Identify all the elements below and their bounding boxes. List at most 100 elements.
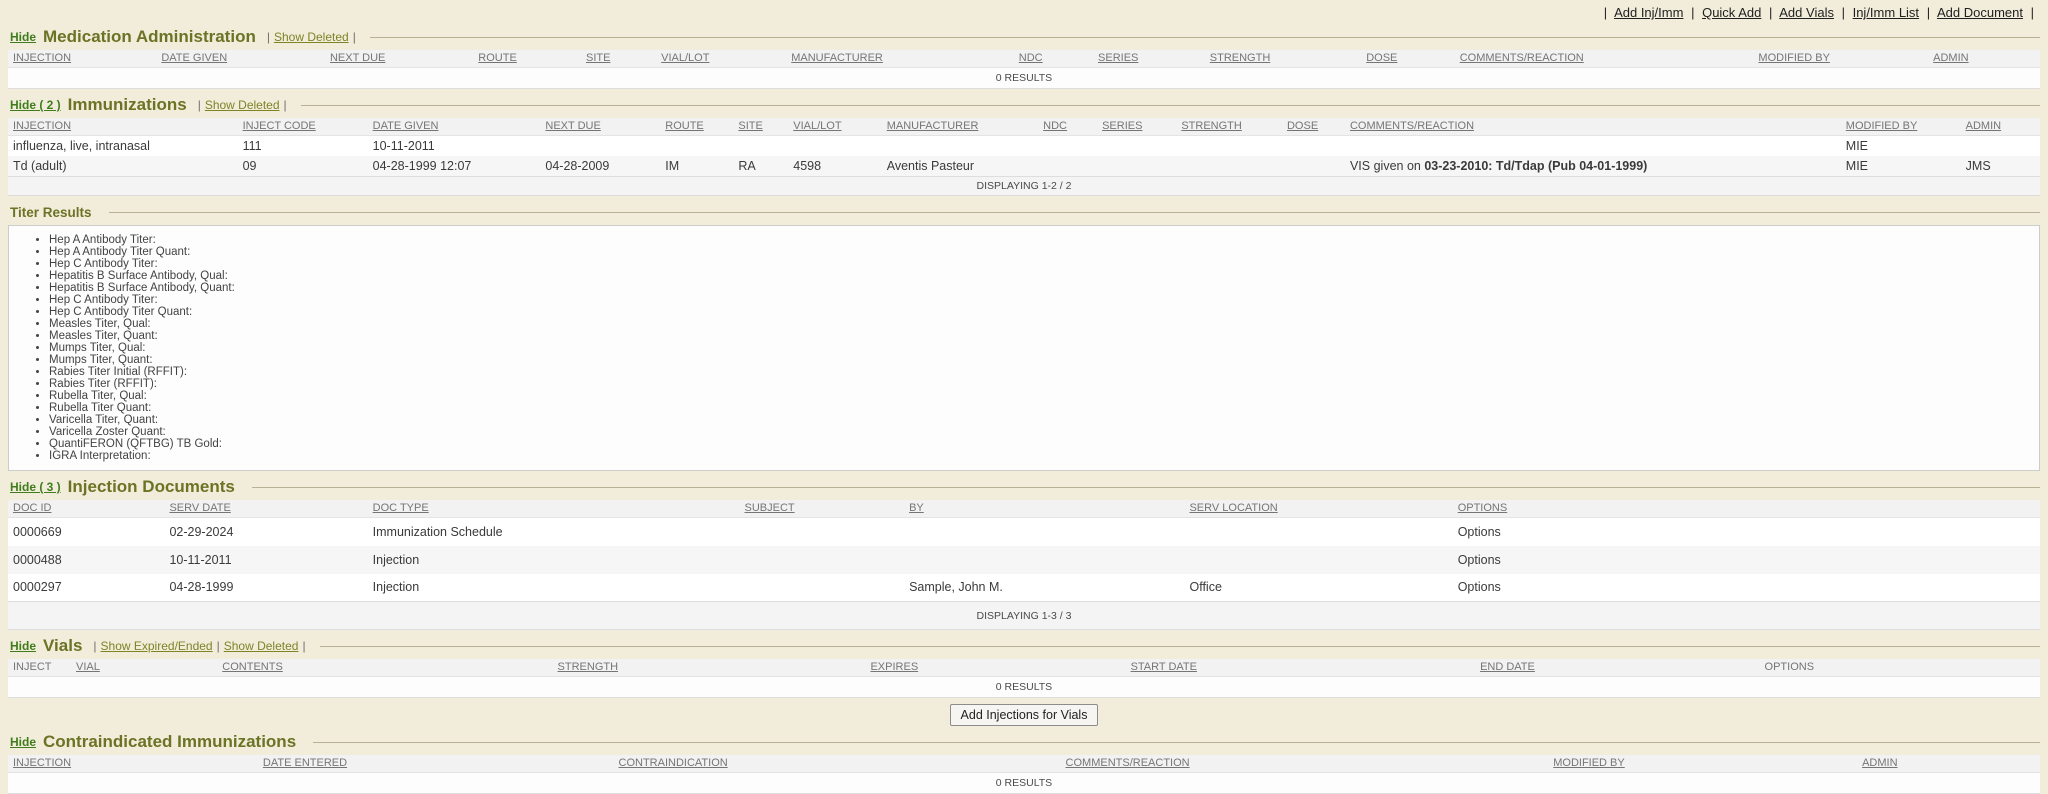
col-manufacturer[interactable]: MANUFACTURER [786,50,1014,68]
col-by[interactable]: BY [904,500,1184,518]
separator: | [1927,5,1930,20]
col-comments-reaction[interactable]: COMMENTS/REACTION [1345,118,1841,136]
col-injection[interactable]: INJECTION [8,118,238,136]
col-date-entered[interactable]: DATE ENTERED [258,755,614,773]
col-serv-location[interactable]: SERV LOCATION [1184,500,1452,518]
table-header-row: INJECTION DATE ENTERED CONTRAINDICATION … [8,755,2040,773]
quick-add-link[interactable]: Quick Add [1702,5,1761,20]
titer-item: Hepatitis B Surface Antibody, Quant: [49,282,2029,294]
col-vial-lot[interactable]: VIAL/LOT [788,118,881,136]
add-injections-for-vials-button[interactable]: Add Injections for Vials [950,704,1099,726]
cell-dose [1282,136,1345,157]
options-menu[interactable]: Options [1458,525,1501,539]
col-contraindication[interactable]: CONTRAINDICATION [614,755,1061,773]
col-strength[interactable]: STRENGTH [1176,118,1282,136]
col-serv-date[interactable]: SERV DATE [164,500,367,518]
document-row: 0000669 02-29-2024 Immunization Schedule… [8,518,2040,546]
titer-results-title: Titer Results [10,205,92,220]
hide-contraindicated-link[interactable]: Hide [10,735,36,749]
inj-imm-list-link[interactable]: Inj/Imm List [1853,5,1919,20]
col-comments-reaction[interactable]: COMMENTS/REACTION [1455,50,1754,68]
contraindicated-immunizations-title: Contraindicated Immunizations [43,732,296,752]
col-series[interactable]: SERIES [1097,118,1176,136]
cell-next-due: 04-28-2009 [540,156,660,177]
cell-manufacturer [882,136,1038,157]
hide-vials-link[interactable]: Hide [10,639,36,653]
col-modified-by[interactable]: MODIFIED BY [1753,50,1928,68]
cell-comments [1345,136,1841,157]
titer-item: Varicella Titer, Quant: [49,414,2029,426]
cell-vial-lot [788,136,881,157]
vials-table: INJECT VIAL CONTENTS STRENGTH EXPIRES ST… [8,659,2040,698]
show-expired-ended-link[interactable]: Show Expired/Ended [101,639,213,653]
col-inject-code[interactable]: INJECT CODE [238,118,368,136]
col-next-due[interactable]: NEXT DUE [540,118,660,136]
immunizations-table: INJECTION INJECT CODE DATE GIVEN NEXT DU… [8,118,2040,196]
col-strength[interactable]: STRENGTH [1205,50,1361,68]
show-deleted-link[interactable]: Show Deleted [224,639,299,653]
col-admin[interactable]: ADMIN [1961,118,2040,136]
add-inj-imm-link[interactable]: Add Inj/Imm [1614,5,1683,20]
cell-serv-date: 04-28-1999 [164,574,367,602]
col-site[interactable]: SITE [581,50,656,68]
cell-doc-id: 0000297 [8,574,164,602]
titer-item: Hep A Antibody Titer Quant: [49,246,2029,258]
show-deleted-link[interactable]: Show Deleted [274,30,349,44]
empty-results-row: 0 RESULTS [8,677,2040,698]
injection-documents-section: Hide ( 3 ) Injection Documents DOC ID SE… [8,477,2040,630]
col-dose[interactable]: DOSE [1361,50,1454,68]
col-dose[interactable]: DOSE [1282,118,1345,136]
col-manufacturer[interactable]: MANUFACTURER [882,118,1038,136]
options-menu[interactable]: Options [1458,553,1501,567]
cell-admin [1961,136,2040,157]
col-ndc[interactable]: NDC [1038,118,1097,136]
col-doc-type[interactable]: DOC TYPE [368,500,740,518]
titer-item: Hep A Antibody Titer: [49,234,2029,246]
col-site[interactable]: SITE [733,118,788,136]
col-injection[interactable]: INJECTION [8,50,156,68]
separator: | [302,639,305,653]
options-menu[interactable]: Options [1458,580,1501,594]
hide-immunizations-link[interactable]: Hide ( 2 ) [10,98,61,112]
col-strength[interactable]: STRENGTH [553,659,866,677]
empty-results-row: 0 RESULTS [8,68,2040,89]
show-deleted-link[interactable]: Show Deleted [205,98,280,112]
col-end-date[interactable]: END DATE [1475,659,1759,677]
col-modified-by[interactable]: MODIFIED BY [1841,118,1961,136]
medication-administration-header: Hide Medication Administration | Show De… [10,27,2040,47]
col-next-due[interactable]: NEXT DUE [325,50,473,68]
cell-comments: VIS given on 03-23-2010: Td/Tdap (Pub 04… [1345,156,1841,177]
col-options[interactable]: OPTIONS [1453,500,2040,518]
col-contents[interactable]: CONTENTS [217,659,552,677]
col-admin[interactable]: ADMIN [1928,50,2040,68]
titer-item: IGRA Interpretation: [49,450,2029,462]
col-comments-reaction[interactable]: COMMENTS/REACTION [1061,755,1549,773]
col-modified-by[interactable]: MODIFIED BY [1548,755,1857,773]
hide-injection-documents-link[interactable]: Hide ( 3 ) [10,480,61,494]
contraindicated-immunizations-section: Hide Contraindicated Immunizations INJEC… [8,732,2040,794]
col-start-date[interactable]: START DATE [1126,659,1476,677]
cell-date-given: 10-11-2011 [368,136,541,157]
hide-medication-administration-link[interactable]: Hide [10,30,36,44]
col-date-given[interactable]: DATE GIVEN [368,118,541,136]
col-admin[interactable]: ADMIN [1857,755,2040,773]
col-route[interactable]: ROUTE [473,50,581,68]
col-date-given[interactable]: DATE GIVEN [156,50,325,68]
col-doc-id[interactable]: DOC ID [8,500,164,518]
col-series[interactable]: SERIES [1093,50,1205,68]
cell-route [660,136,733,157]
vis-comment-detail: 03-23-2010: Td/Tdap (Pub 04-01-1999) [1424,159,1647,173]
col-expires[interactable]: EXPIRES [865,659,1125,677]
col-vial[interactable]: VIAL [71,659,217,677]
cell-strength [1176,136,1282,157]
header-divider-line [370,37,2040,38]
paging-status: DISPLAYING 1-2 / 2 [8,177,2040,196]
col-vial-lot[interactable]: VIAL/LOT [656,50,786,68]
col-route[interactable]: ROUTE [660,118,733,136]
add-document-link[interactable]: Add Document [1937,5,2023,20]
col-subject[interactable]: SUBJECT [739,500,904,518]
col-injection[interactable]: INJECTION [8,755,258,773]
col-ndc[interactable]: NDC [1014,50,1093,68]
header-divider-line [252,487,2040,488]
add-vials-link[interactable]: Add Vials [1779,5,1834,20]
